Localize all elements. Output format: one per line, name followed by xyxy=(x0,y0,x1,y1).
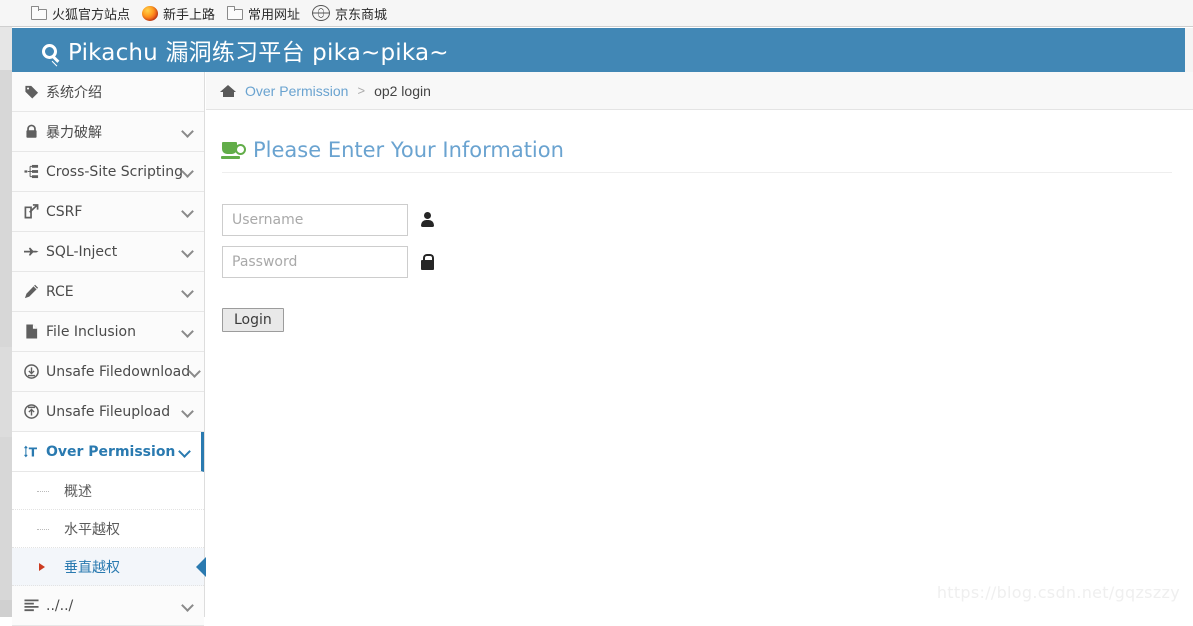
sidebar-item-label: Cross-Site Scripting xyxy=(46,163,184,180)
chevron-down-icon[interactable] xyxy=(183,406,194,417)
login-form: Login xyxy=(222,204,1193,332)
sitemap-icon xyxy=(24,164,39,179)
sidebar-item-label: Over Permission xyxy=(46,443,176,460)
sidebar-item-label: SQL-Inject xyxy=(46,243,118,260)
sidebar-item-csrf[interactable]: CSRF xyxy=(12,192,204,232)
sidebar-item-label: RCE xyxy=(46,283,74,300)
home-icon[interactable] xyxy=(220,83,237,98)
active-marker-icon xyxy=(39,562,45,571)
chevron-down-icon[interactable] xyxy=(183,126,194,137)
coffee-mug-icon xyxy=(221,141,246,159)
sidebar-subitem-label: 水平越权 xyxy=(64,521,120,538)
username-input[interactable] xyxy=(222,204,408,236)
sidebar-item-sql-inject[interactable]: SQL-Inject xyxy=(12,232,204,272)
breadcrumb-parent-link[interactable]: Over Permission xyxy=(245,83,348,99)
bookmark-item[interactable]: 火狐官方站点 xyxy=(31,4,130,23)
bookmark-item[interactable]: 常用网址 xyxy=(227,4,300,23)
file-icon xyxy=(24,324,39,339)
sidebar-submenu: 概述 水平越权 垂直越权 xyxy=(12,472,207,586)
bookmark-label: 京东商城 xyxy=(335,7,388,23)
align-left-icon xyxy=(24,598,39,613)
sidebar-subitem-horizontal[interactable]: 水平越权 xyxy=(12,510,204,548)
password-row xyxy=(222,246,1193,278)
text-height-icon: T xyxy=(24,444,39,460)
chevron-down-icon[interactable] xyxy=(180,446,191,457)
breadcrumb-separator-icon: > xyxy=(357,83,366,98)
svg-text:T: T xyxy=(29,446,38,459)
sidebar-subitem-label: 概述 xyxy=(64,483,92,500)
sidebar-item-unsafe-fileupload[interactable]: Unsafe Fileupload xyxy=(12,392,204,432)
lock-icon xyxy=(24,124,39,139)
bookmark-item[interactable]: 京东商城 xyxy=(312,4,387,23)
sidebar-subitem-vertical[interactable]: 垂直越权 xyxy=(12,548,207,586)
sidebar-item-system-intro[interactable]: 系统介绍 xyxy=(12,72,204,112)
bookmark-label: 常用网址 xyxy=(248,7,301,23)
sidebar-item-label: 系统介绍 xyxy=(46,84,102,101)
login-button[interactable]: Login xyxy=(222,308,284,332)
sidebar-item-label: CSRF xyxy=(46,203,83,220)
sidebar-subitem-label: 垂直越权 xyxy=(64,559,120,576)
sidebar-item-brute-force[interactable]: 暴力破解 xyxy=(12,112,204,152)
window-bottom-gutter xyxy=(0,600,12,617)
chevron-down-icon[interactable] xyxy=(183,600,194,611)
chevron-down-icon[interactable] xyxy=(183,206,194,217)
sidebar: 系统介绍 暴力破解 Cross-Site Scripting CSRF SQL-… xyxy=(12,72,207,626)
sidebar-item-rce[interactable]: RCE xyxy=(12,272,204,312)
sidebar-item-label: File Inclusion xyxy=(46,323,136,340)
sidebar-item-label: ../../ xyxy=(46,597,74,614)
chevron-down-icon[interactable] xyxy=(183,286,194,297)
sidebar-item-label: 暴力破解 xyxy=(46,124,102,141)
main-content: Over Permission > op2 login Please Enter… xyxy=(206,72,1193,617)
breadcrumb-current: op2 login xyxy=(374,82,431,99)
pencil-icon xyxy=(24,284,39,299)
page-title: Pikachu 漏洞练习平台 pika~pika~ xyxy=(42,33,449,67)
lock-icon xyxy=(420,253,436,271)
sidebar-item-file-inclusion[interactable]: File Inclusion xyxy=(12,312,204,352)
app-header: Pikachu 漏洞练习平台 pika~pika~ xyxy=(12,28,1185,72)
firefox-icon xyxy=(142,5,159,21)
key-icon xyxy=(42,43,62,63)
sidebar-item-parent-dir[interactable]: ../../ xyxy=(12,586,204,626)
panel-heading-text: Please Enter Your Information xyxy=(253,138,564,162)
folder-icon xyxy=(31,5,47,21)
upload-circle-icon xyxy=(24,404,39,419)
download-circle-icon xyxy=(24,364,39,379)
sidebar-item-xss[interactable]: Cross-Site Scripting xyxy=(12,152,204,192)
chevron-down-icon[interactable] xyxy=(183,166,194,177)
login-panel: Please Enter Your Information Login xyxy=(206,110,1193,332)
globe-icon xyxy=(312,5,331,21)
header-right-strip xyxy=(1185,28,1193,72)
chevron-down-icon[interactable] xyxy=(183,326,194,337)
chevron-down-icon[interactable] xyxy=(183,246,194,257)
tag-icon xyxy=(24,84,39,99)
sidebar-item-unsafe-filedownload[interactable]: Unsafe Filedownload xyxy=(12,352,204,392)
sidebar-subitem-overview[interactable]: 概述 xyxy=(12,472,204,510)
sidebar-item-label: Unsafe Filedownload xyxy=(46,363,191,380)
tree-tick-icon xyxy=(37,528,49,530)
sidebar-item-over-permission[interactable]: T Over Permission xyxy=(12,432,204,472)
chevron-down-icon[interactable] xyxy=(190,366,201,377)
external-link-icon xyxy=(24,204,39,219)
watermark: https://blog.csdn.net/gqzszzy xyxy=(936,583,1180,602)
window-left-gutter xyxy=(0,27,12,617)
app-title-text: Pikachu 漏洞练习平台 pika~pika~ xyxy=(68,40,449,66)
folder-icon xyxy=(227,5,244,21)
sidebar-item-label: Unsafe Fileupload xyxy=(46,403,171,420)
username-row xyxy=(222,204,1193,236)
user-icon xyxy=(420,211,436,229)
bookmark-label: 火狐官方站点 xyxy=(52,7,131,23)
breadcrumb: Over Permission > op2 login xyxy=(206,72,1193,110)
bookmarks-bar: 火狐官方站点 新手上路 常用网址 京东商城 xyxy=(0,0,1193,27)
panel-heading: Please Enter Your Information xyxy=(221,138,1172,173)
bookmark-item[interactable]: 新手上路 xyxy=(142,4,215,23)
password-input[interactable] xyxy=(222,246,408,278)
plane-icon xyxy=(24,244,39,259)
tree-tick-icon xyxy=(37,490,49,492)
bookmark-label: 新手上路 xyxy=(163,7,216,23)
